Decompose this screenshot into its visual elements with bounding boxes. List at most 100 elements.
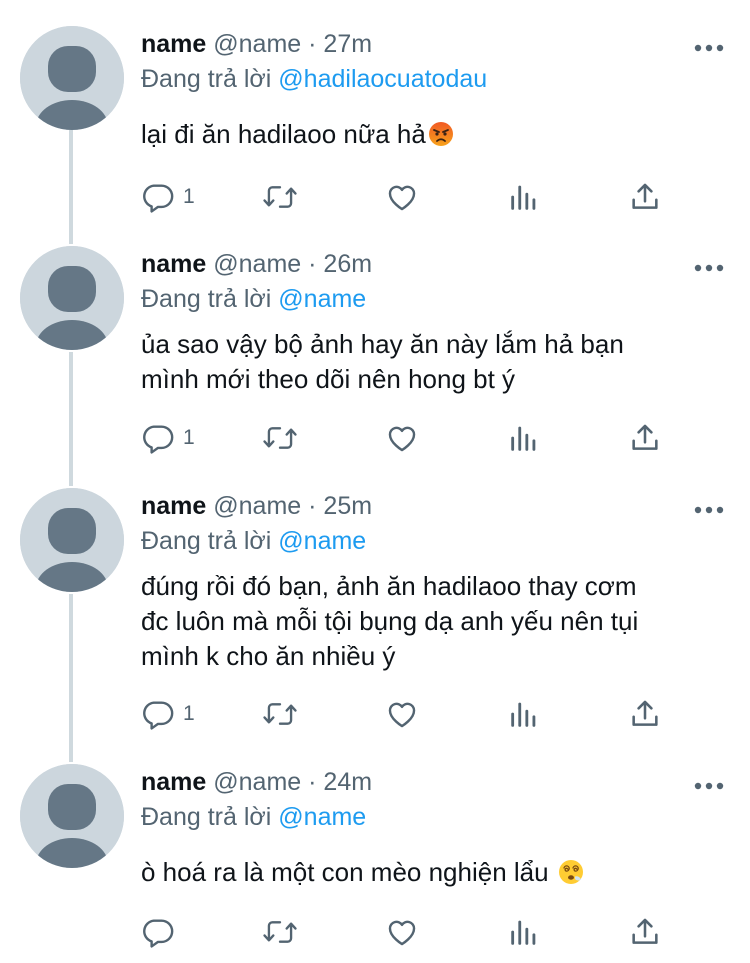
replying-to: Đang trả lời @name [141,802,366,832]
separator-dot: · [308,768,317,796]
tweet-header: name @name · 25m [141,491,372,521]
views-button[interactable] [507,421,541,455]
default-avatar-icon [20,488,124,592]
thread-line [69,130,73,244]
handle[interactable]: @name [213,30,301,58]
tweet-text-content: ò hoá ra là một con mèo nghiện lẩu [141,857,549,887]
mention-link[interactable]: @name [278,803,366,831]
like-button[interactable] [385,697,419,731]
more-icon[interactable] [694,502,724,514]
share-icon [632,424,658,450]
thread-line [69,352,73,486]
like-button[interactable] [385,915,419,949]
tweet-text: ủa sao vậy bộ ảnh hay ăn này lắm hả bạn … [141,329,624,394]
tweet-header: name @name · 27m [141,29,372,59]
replying-label: Đang trả lời [141,285,272,313]
retweet-icon [263,703,297,725]
retweet-button[interactable] [262,915,298,949]
separator-dot: · [308,30,317,58]
reply-icon [143,184,174,213]
reply-count: 1 [183,426,195,449]
avatar[interactable] [20,26,124,130]
tweet-text: đúng rồi đó bạn, ảnh ăn hadilaoo thay cơ… [141,571,639,671]
share-button[interactable] [628,421,662,455]
reply-button[interactable] [141,915,175,949]
timestamp[interactable]: 24m [323,768,372,796]
reply-icon [143,701,174,730]
timestamp[interactable]: 26m [323,250,372,278]
tweet-header: name @name · 26m [141,249,372,279]
retweet-icon [263,427,297,449]
share-button[interactable] [628,697,662,731]
default-avatar-icon [20,26,124,130]
replying-to: Đang trả lời @name [141,284,366,314]
heart-icon [388,920,416,946]
separator-dot: · [308,492,317,520]
mention-link[interactable]: @name [278,527,366,555]
default-avatar-icon [20,246,124,350]
avatar[interactable] [20,246,124,350]
action-bar [141,915,731,949]
display-name[interactable]: name [141,768,206,796]
replying-label: Đang trả lời [141,65,272,93]
replying-label: Đang trả lời [141,803,272,831]
retweet-button[interactable] [262,180,298,214]
timestamp[interactable]: 27m [323,30,372,58]
avatar[interactable] [20,488,124,592]
reply-count: 1 [183,185,195,208]
retweet-icon [263,921,297,943]
display-name[interactable]: name [141,250,206,278]
views-button[interactable] [507,697,541,731]
replying-label: Đang trả lời [141,527,272,555]
views-icon [511,702,536,727]
more-icon[interactable] [694,778,724,790]
replying-to: Đang trả lời @name [141,526,366,556]
handle[interactable]: @name [213,492,301,520]
reply-icon [143,919,174,948]
separator-dot: · [308,250,317,278]
reply-count: 1 [183,702,195,725]
reply-icon [143,425,174,454]
reply-button[interactable]: 1 [141,697,195,731]
heart-icon [388,185,416,211]
reply-button[interactable]: 1 [141,180,195,214]
timestamp[interactable]: 25m [323,492,372,520]
share-button[interactable] [628,915,662,949]
reply-button[interactable]: 1 [141,421,195,455]
handle[interactable]: @name [213,250,301,278]
views-button[interactable] [507,180,541,214]
views-icon [511,185,536,210]
tweet-header: name @name · 24m [141,767,372,797]
more-icon[interactable] [694,40,724,52]
mention-link[interactable]: @hadilaocuatodau [278,65,487,93]
default-avatar-icon [20,764,124,868]
tweet-text: ò hoá ra là một con mèo nghiện lẩu [141,855,731,890]
thread-line [69,594,73,762]
retweet-button[interactable] [262,697,298,731]
like-button[interactable] [385,180,419,214]
angry-face-emoji [428,122,453,146]
retweet-icon [263,186,297,208]
face-with-spiral-eyes-emoji [558,860,583,884]
views-icon [511,426,536,451]
display-name[interactable]: name [141,492,206,520]
heart-icon [388,426,416,452]
heart-icon [388,702,416,728]
share-icon [632,918,658,944]
tweet-text-content: lại đi ăn hadilaoo nữa hả [141,119,426,149]
share-button[interactable] [628,180,662,214]
views-button[interactable] [507,915,541,949]
mention-link[interactable]: @name [278,285,366,313]
avatar[interactable] [20,764,124,868]
tweet-text: lại đi ăn hadilaoo nữa hả [141,117,731,152]
like-button[interactable] [385,421,419,455]
action-bar: 1 [141,697,731,731]
share-icon [632,700,658,726]
more-icon[interactable] [694,260,724,272]
display-name[interactable]: name [141,30,206,58]
replying-to: Đang trả lời @hadilaocuatodau [141,64,487,94]
retweet-button[interactable] [262,421,298,455]
views-icon [511,920,536,945]
handle[interactable]: @name [213,768,301,796]
action-bar: 1 [141,180,731,214]
